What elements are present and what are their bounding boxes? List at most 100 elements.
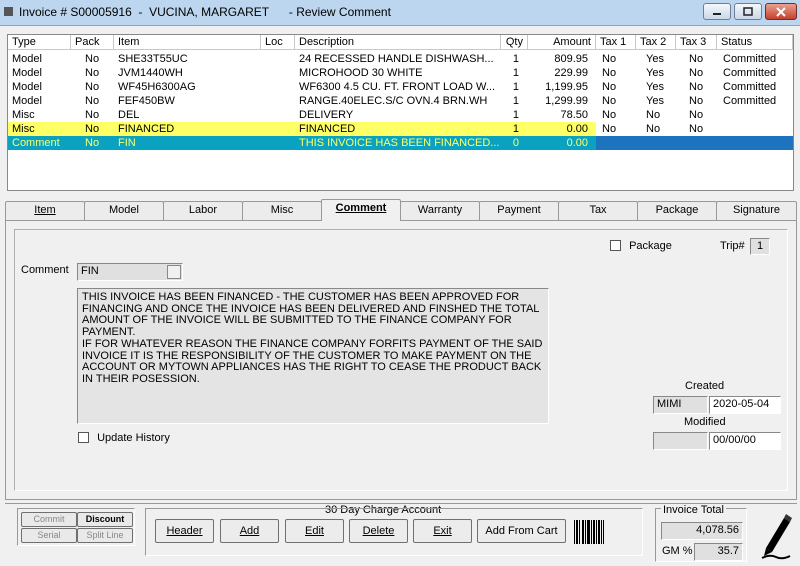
tab-item[interactable]: Item xyxy=(5,201,85,220)
cell-pack: No xyxy=(85,67,100,79)
col-loc[interactable]: Loc xyxy=(261,35,295,50)
cell-pack: No xyxy=(85,123,100,135)
serial-button[interactable]: Serial xyxy=(21,528,77,543)
window-title: Invoice # S00005916 - VUCINA, MARGARET -… xyxy=(19,5,391,19)
update-history-checkbox[interactable] xyxy=(78,432,89,443)
add-button[interactable]: Add xyxy=(220,519,279,543)
minimize-icon xyxy=(713,12,721,15)
maximize-button[interactable] xyxy=(734,3,762,20)
split-line-button[interactable]: Split Line xyxy=(77,528,133,543)
invoice-total-value: 4,078.56 xyxy=(661,522,743,540)
tab-signature[interactable]: Signature xyxy=(716,201,797,220)
tab-warranty[interactable]: Warranty xyxy=(400,201,480,220)
package-label: Package xyxy=(629,240,672,252)
col-pack[interactable]: Pack xyxy=(71,35,114,50)
col-amount[interactable]: Amount xyxy=(528,35,596,50)
tab-label: Package xyxy=(655,204,699,216)
delete-button[interactable]: Delete xyxy=(349,519,408,543)
cell-item: FIN xyxy=(118,137,136,149)
add-from-cart-button[interactable]: Add From Cart xyxy=(477,519,566,543)
col-description[interactable]: Description xyxy=(295,35,501,50)
comment-text-area[interactable]: THIS INVOICE HAS BEEN FINANCED - THE CUS… xyxy=(77,288,549,424)
edit-button-label: Edit xyxy=(305,525,324,537)
cell-status: Committed xyxy=(723,67,777,79)
tab-model[interactable]: Model xyxy=(84,201,164,220)
cell-qty: 1 xyxy=(512,95,519,107)
tab-label: Misc xyxy=(270,204,294,216)
exit-button-label: Exit xyxy=(433,525,452,537)
cell-type: Model xyxy=(12,53,42,65)
gm-value: 35.7 xyxy=(694,543,743,561)
tab-labor[interactable]: Labor xyxy=(163,201,243,220)
tab-tax[interactable]: Tax xyxy=(558,201,638,220)
cell-tax3: No xyxy=(689,109,704,121)
table-row[interactable]: Model No WF45H6300AG WF6300 4.5 CU. FT. … xyxy=(8,80,793,94)
trip-field[interactable]: 1 xyxy=(750,238,770,255)
table-row-selected[interactable]: Comment No FIN THIS INVOICE HAS BEEN FIN… xyxy=(8,136,793,150)
update-history-checkbox-group[interactable]: Update History xyxy=(78,432,170,444)
exit-button[interactable]: Exit xyxy=(413,519,472,543)
col-status[interactable]: Status xyxy=(717,35,793,50)
table-row[interactable]: Model No JVM1440WH MICROHOOD 30 WHITE 1 … xyxy=(8,66,793,80)
cell-tax2: Yes xyxy=(646,67,664,79)
col-item[interactable]: Item xyxy=(114,35,261,50)
cell-tax3: No xyxy=(689,123,704,135)
table-row[interactable]: Misc No FINANCED FINANCED 1 0.00 No No N… xyxy=(8,122,793,136)
cell-status: Committed xyxy=(723,53,777,65)
line-items-grid[interactable]: Type Pack Item Loc Description Qty Amoun… xyxy=(7,34,794,191)
close-button[interactable] xyxy=(765,3,797,20)
discount-button[interactable]: Discount xyxy=(77,512,133,527)
cell-amount: 809.95 xyxy=(554,53,588,65)
comment-lookup-button[interactable] xyxy=(167,265,181,279)
minimize-button[interactable] xyxy=(703,3,731,20)
maximize-icon xyxy=(743,7,753,16)
cell-item: FINANCED xyxy=(118,123,175,135)
tab-label: Signature xyxy=(732,204,781,216)
table-row[interactable]: Model No FEF450BW RANGE.40ELEC.S/C OVN.4… xyxy=(8,94,793,108)
cell-item: SHE33T55UC xyxy=(118,53,188,65)
cell-type: Misc xyxy=(12,123,35,135)
tab-comment[interactable]: Comment xyxy=(321,199,401,221)
package-checkbox[interactable] xyxy=(610,240,621,251)
col-type[interactable]: Type xyxy=(8,35,71,50)
cell-amount: 229.99 xyxy=(554,67,588,79)
window-menu-icon[interactable] xyxy=(4,7,13,16)
invoice-total-label: Invoice Total xyxy=(661,504,726,516)
tab-misc[interactable]: Misc xyxy=(242,201,322,220)
cell-description: WF6300 4.5 CU. FT. FRONT LOAD W... xyxy=(299,81,496,93)
package-checkbox-group[interactable]: Package xyxy=(610,240,672,252)
cell-amount: 0.00 xyxy=(566,123,588,135)
comment-code-value: FIN xyxy=(81,265,99,277)
edit-button[interactable]: Edit xyxy=(285,519,344,543)
table-row[interactable]: Model No SHE33T55UC 24 RECESSED HANDLE D… xyxy=(8,52,793,66)
tab-strip: Item Model Labor Misc Comment Warranty P… xyxy=(5,199,797,221)
comment-code-field[interactable]: FIN xyxy=(77,263,183,281)
col-tax2[interactable]: Tax 2 xyxy=(636,35,676,50)
cell-qty: 0 xyxy=(512,137,519,149)
col-tax3[interactable]: Tax 3 xyxy=(676,35,717,50)
barcode-icon[interactable] xyxy=(573,518,605,546)
cell-description: THIS INVOICE HAS BEEN FINANCED... xyxy=(299,137,500,149)
delete-button-label: Delete xyxy=(362,525,395,537)
add-button-label: Add xyxy=(239,525,260,537)
cell-qty: 1 xyxy=(512,123,519,135)
cell-type: Model xyxy=(12,67,42,79)
signature-pen-icon[interactable] xyxy=(760,510,796,560)
table-row[interactable]: Misc No DEL DELIVERY 1 78.50 No No No xyxy=(8,108,793,122)
col-qty[interactable]: Qty xyxy=(501,35,528,50)
cell-tax3: No xyxy=(689,95,704,107)
tab-package[interactable]: Package xyxy=(637,201,717,220)
tab-payment[interactable]: Payment xyxy=(479,201,559,220)
commit-button[interactable]: Commit xyxy=(21,512,77,527)
header-button[interactable]: Header xyxy=(155,519,214,543)
tab-label: Warranty xyxy=(417,204,463,216)
cell-tax2: Yes xyxy=(646,53,664,65)
created-user-field: MIMI xyxy=(653,396,708,414)
cell-amount: 0.00 xyxy=(566,137,588,149)
col-tax1[interactable]: Tax 1 xyxy=(596,35,636,50)
update-history-label: Update History xyxy=(97,432,170,444)
cell-status: Committed xyxy=(723,81,777,93)
cell-qty: 1 xyxy=(512,109,519,121)
cell-qty: 1 xyxy=(512,81,519,93)
cell-status xyxy=(719,122,793,136)
